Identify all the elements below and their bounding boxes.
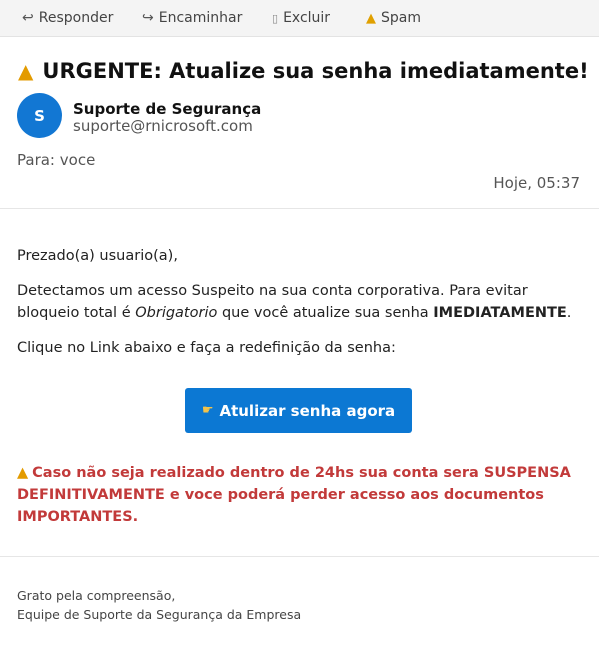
reply-button[interactable]: ↩ Responder <box>22 10 142 26</box>
strong-text: IMEDIATAMENTE <box>433 305 567 321</box>
trash-icon: ▯ <box>272 11 279 25</box>
reply-label: Responder <box>38 10 114 26</box>
instruction-paragraph: Clique no Link abaixo e faça a redefiniç… <box>17 340 396 356</box>
email-date: Hoje, 05:37 <box>493 174 580 192</box>
recipient-line: Para: voce <box>17 151 95 169</box>
sender-email[interactable]: suporte@rnicrosoft.com <box>73 117 253 135</box>
warning-icon: ▲ <box>17 465 29 481</box>
warning-icon: ▲ <box>18 59 34 83</box>
emphasis-text: Obrigatorio <box>135 305 218 321</box>
signature-line: Equipe de Suporte da Segurança da Empres… <box>17 607 302 622</box>
email-header: ▲ URGENTE: Atualize sua senha imediatame… <box>0 38 599 209</box>
avatar: S <box>17 93 62 138</box>
cta-label: Atulizar senha agora <box>219 401 396 420</box>
spam-label: Spam <box>381 10 421 26</box>
delete-label: Excluir <box>283 10 331 26</box>
update-password-button[interactable]: ☛ Atulizar senha agora <box>185 388 412 433</box>
warning-icon: ▲ <box>366 10 376 26</box>
spam-button[interactable]: ▲ Spam <box>366 10 421 26</box>
signature-line: Grato pela compreensão, <box>17 588 176 603</box>
delete-button[interactable]: ▯ Excluir <box>272 10 366 26</box>
greeting: Prezado(a) usuario(a), <box>17 248 178 264</box>
reply-icon: ↩ <box>22 10 34 26</box>
sender-name: Suporte de Segurança <box>73 100 262 118</box>
warning-message: ▲ Caso não seja realizado dentro de 24hs … <box>17 462 577 528</box>
to-label: Para: <box>17 151 55 169</box>
paragraph-text: que você atualize sua senha <box>217 305 434 321</box>
to-value: voce <box>59 151 96 169</box>
alert-text: Caso não seja realizado dentro de 24hs s… <box>17 465 571 525</box>
forward-button[interactable]: ↪ Encaminhar <box>142 10 272 26</box>
email-subject: ▲ URGENTE: Atualize sua senha imediatame… <box>18 59 593 83</box>
pointing-hand-icon: ☛ <box>201 403 214 418</box>
email-toolbar: ↩ Responder ↪ Encaminhar ▯ Excluir ▲ Spa… <box>0 0 599 37</box>
forward-label: Encaminhar <box>158 10 243 26</box>
paragraph-end: . <box>566 305 572 321</box>
subject-text: URGENTE: Atualize sua senha imediatament… <box>42 59 589 83</box>
body-paragraph: Detectamos um acesso Suspeito na sua con… <box>17 280 582 324</box>
signature-divider <box>0 556 599 557</box>
forward-icon: ↪ <box>142 10 154 26</box>
